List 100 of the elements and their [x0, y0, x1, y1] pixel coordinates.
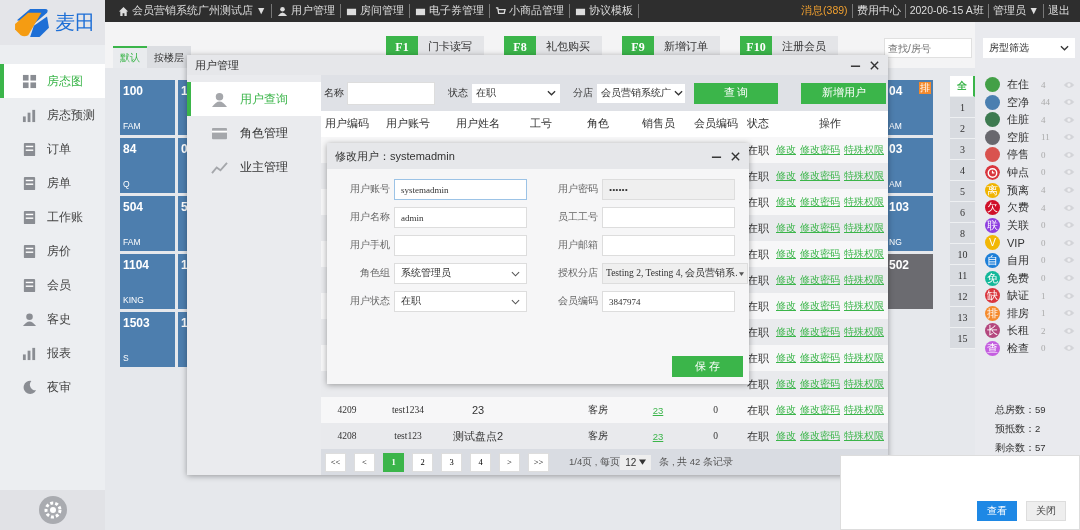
status-badge: 排: [985, 305, 1000, 321]
eye-icon[interactable]: [1063, 309, 1075, 318]
eye-icon[interactable]: [1063, 80, 1075, 89]
page-button[interactable]: >: [499, 452, 520, 472]
settings-icon[interactable]: [38, 496, 67, 524]
dialog-nav-item[interactable]: 业主管理: [187, 150, 321, 184]
function-key-button[interactable]: F10 注册会员: [740, 36, 838, 58]
eye-icon[interactable]: [1063, 168, 1075, 177]
eye-icon[interactable]: [1063, 326, 1075, 335]
search-field[interactable]: 查找/房号: [884, 38, 972, 58]
top-bar-link[interactable]: 费用中心: [851, 4, 905, 18]
room-tile[interactable]: 1503 S: [120, 312, 175, 367]
legend-label: 预离: [1007, 182, 1030, 198]
page-button[interactable]: 3: [441, 452, 462, 472]
floor-tab[interactable]: 12: [950, 286, 975, 307]
eye-icon[interactable]: [1063, 203, 1075, 212]
input-field[interactable]: admin: [394, 207, 527, 228]
eye-icon[interactable]: [1063, 186, 1075, 195]
top-menu-item[interactable]: 电子券管理: [429, 4, 485, 18]
eye-icon[interactable]: [1063, 344, 1075, 353]
room-type-select[interactable]: 房型筛选: [983, 38, 1075, 58]
page-button[interactable]: 2: [412, 452, 433, 472]
caret-icon: [639, 459, 647, 465]
input-field[interactable]: [394, 235, 527, 256]
name-field[interactable]: [347, 81, 435, 105]
page-button[interactable]: >>: [528, 452, 549, 472]
room-tile[interactable]: 1104 KING: [120, 254, 175, 309]
room-tile[interactable]: 100 FAM: [120, 80, 175, 135]
branch-select[interactable]: 会员营销系统广: [597, 83, 685, 103]
floor-tab[interactable]: 1: [950, 97, 975, 118]
notification-button[interactable]: 关闭: [1026, 501, 1066, 521]
room-tile[interactable]: 502: [888, 254, 933, 309]
dialog-nav-item[interactable]: 角色管理: [187, 116, 321, 150]
close-icon[interactable]: [869, 59, 880, 71]
top-menu-item[interactable]: 会员营销系统广州测试店 ▼: [132, 4, 267, 18]
floor-tab[interactable]: 13: [950, 307, 975, 328]
column-header: 角色: [586, 117, 610, 131]
function-key-button[interactable]: F1 门卡读写: [386, 36, 484, 58]
input-field[interactable]: [602, 235, 735, 256]
page-size-select[interactable]: 12: [620, 454, 652, 470]
room-tile[interactable]: 103 NG: [888, 196, 933, 251]
view-tab[interactable]: 按楼层: [147, 46, 191, 68]
sidebar-item[interactable]: 会员: [0, 268, 105, 302]
sidebar-item[interactable]: 订单: [0, 132, 105, 166]
sidebar-item[interactable]: 房单: [0, 166, 105, 200]
top-bar-link[interactable]: 消息(389): [797, 4, 852, 18]
floor-tab[interactable]: 8: [950, 223, 975, 244]
eye-icon[interactable]: [1063, 150, 1075, 159]
sidebar-item[interactable]: 客史: [0, 302, 105, 336]
status-select[interactable]: 在职: [472, 83, 560, 103]
top-menu-item[interactable]: 小商品管理: [509, 4, 565, 18]
floor-tab[interactable]: 11: [950, 265, 975, 286]
sidebar-item[interactable]: 报表: [0, 336, 105, 370]
room-stat: 预抵数：2: [995, 422, 1042, 436]
eye-icon[interactable]: [1063, 238, 1075, 247]
top-bar-link[interactable]: 退出: [1043, 4, 1074, 18]
eye-icon[interactable]: [1063, 291, 1075, 300]
floor-tab[interactable]: 3: [950, 139, 975, 160]
floor-tab[interactable]: 10: [950, 244, 975, 265]
input-field[interactable]: 3847974: [602, 291, 735, 312]
person-icon: [211, 91, 228, 107]
eye-icon[interactable]: [1063, 221, 1075, 230]
page-button[interactable]: <: [354, 452, 375, 472]
eye-icon[interactable]: [1063, 133, 1075, 142]
room-tile[interactable]: 04 AM 排: [888, 80, 933, 135]
top-bar-link[interactable]: 管理员 ▼: [987, 4, 1043, 18]
field-label: 角色组: [359, 267, 391, 280]
sidebar-item[interactable]: 夜审: [0, 370, 105, 404]
room-tile[interactable]: 504 FAM: [120, 196, 175, 251]
function-key-button[interactable]: F9 新增订单: [622, 36, 720, 58]
sidebar-item[interactable]: 房态预测: [0, 98, 105, 132]
page-button[interactable]: 4: [470, 452, 491, 472]
page-button[interactable]: <<: [325, 452, 346, 472]
floor-tab[interactable]: 5: [950, 181, 975, 202]
room-tile[interactable]: 03 AM: [888, 138, 933, 193]
eye-icon[interactable]: [1063, 274, 1075, 283]
sidebar-item[interactable]: 房价: [0, 234, 105, 268]
home-icon: [118, 5, 129, 17]
input-field[interactable]: [602, 207, 735, 228]
close-icon[interactable]: [730, 150, 741, 162]
select-field[interactable]: 系统管理员: [394, 263, 527, 284]
eye-icon[interactable]: [1063, 256, 1075, 265]
floor-tab[interactable]: 6: [950, 202, 975, 223]
input-field[interactable]: systemadmin: [394, 179, 527, 200]
function-key-button[interactable]: F8 礼包购买: [504, 36, 602, 58]
legend-count: 1: [1041, 290, 1047, 301]
top-menu-item[interactable]: 房间管理: [360, 4, 405, 18]
room-tile[interactable]: 84 Q: [120, 138, 175, 193]
notification-button[interactable]: 查看: [977, 501, 1017, 521]
top-menu-item[interactable]: 用户管理: [291, 4, 336, 18]
floor-tab[interactable]: 15: [950, 328, 975, 349]
eye-icon[interactable]: [1063, 115, 1075, 124]
select-field[interactable]: 在职: [394, 291, 527, 312]
top-bar-link[interactable]: 2020-06-15 A班: [904, 4, 988, 18]
table-cell: 客房: [588, 404, 608, 415]
floor-tab[interactable]: 2: [950, 118, 975, 139]
eye-icon[interactable]: [1063, 98, 1075, 107]
top-menu-item[interactable]: 协议模板: [589, 4, 634, 18]
floor-tab[interactable]: 4: [950, 160, 975, 181]
sidebar-item[interactable]: 工作账: [0, 200, 105, 234]
